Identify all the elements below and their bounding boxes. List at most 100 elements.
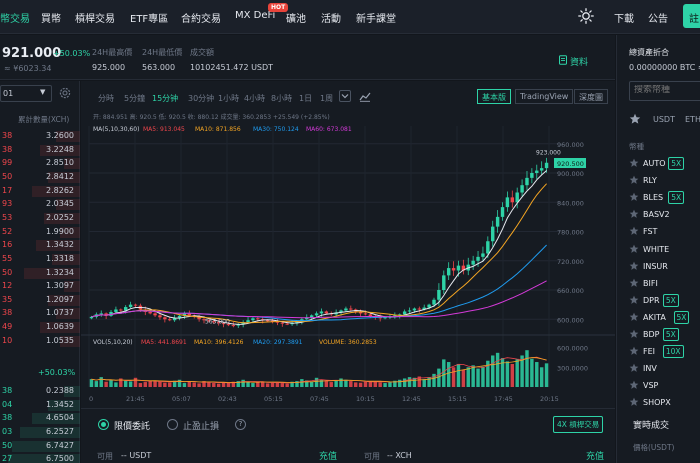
volume-bar [530, 358, 534, 387]
bid-row[interactable]: 50 6.7427 [0, 440, 80, 453]
ask-row[interactable]: 50 2.8412 [0, 171, 80, 184]
volume-bar [221, 382, 226, 387]
market-tab-usdt[interactable]: USDT [653, 115, 675, 124]
search-input[interactable] [634, 85, 700, 95]
ask-row[interactable]: 16 1.3432 [0, 239, 80, 252]
bid-row[interactable]: 38 4.6504 [0, 412, 80, 425]
ask-row[interactable]: 49 1.0639 [0, 321, 80, 334]
view-basic-button[interactable]: 基本版 [477, 89, 511, 104]
pair-item[interactable]: VSP [629, 378, 700, 395]
pair-item[interactable]: INV [629, 361, 700, 378]
pair-item[interactable]: SHOPX [629, 395, 700, 412]
star-icon[interactable] [629, 209, 639, 219]
timeframe-tab[interactable]: 30分钟 [188, 93, 214, 104]
star-icon[interactable] [629, 397, 639, 407]
star-icon[interactable] [629, 346, 639, 356]
pair-item[interactable]: FEI 10X [629, 344, 700, 361]
nav-etf[interactable]: ETF專區 [130, 10, 168, 25]
star-icon[interactable] [629, 175, 639, 185]
volume-bar [442, 359, 446, 387]
ask-row[interactable]: 35 1.2097 [0, 294, 80, 307]
star-icon[interactable] [629, 226, 639, 236]
margin-trade-tag[interactable]: 4X 槓桿交易 [553, 416, 604, 433]
volume-bar [256, 382, 260, 387]
nav-academy[interactable]: 新手課堂 [356, 10, 396, 25]
stop-order-radio[interactable] [167, 419, 178, 430]
nav-margin[interactable]: 槓桿交易 [75, 10, 115, 25]
pair-item[interactable]: AKITA 5X [629, 310, 700, 327]
gear-icon[interactable] [59, 87, 71, 99]
ask-row[interactable]: 93 2.0345 [0, 198, 80, 211]
nav-activity[interactable]: 活動 [321, 10, 341, 25]
pair-item[interactable]: FST [629, 224, 700, 241]
bid-row[interactable]: 04 1.3452 [0, 399, 80, 412]
pair-item[interactable]: WHITE [629, 242, 700, 259]
timeframe-tab[interactable]: 4小時 [244, 93, 265, 104]
pair-item[interactable]: BIFI [629, 276, 700, 293]
ask-row[interactable]: 17 2.8262 [0, 185, 80, 198]
pair-item[interactable]: BDP 5X [629, 327, 700, 344]
sell-deposit-link[interactable]: 充值 [586, 449, 604, 462]
nav-download[interactable]: 下載 [614, 10, 634, 25]
star-icon[interactable] [629, 380, 639, 390]
star-icon[interactable] [629, 244, 639, 254]
timeframe-tab[interactable]: 1小時 [218, 93, 239, 104]
timeframe-tab[interactable]: 5分鐘 [124, 93, 145, 104]
limit-order-radio[interactable] [98, 419, 109, 430]
help-icon[interactable]: ? [235, 419, 246, 430]
nav-buy-crypto[interactable]: 買幣 [41, 10, 61, 25]
bid-row[interactable]: 38 0.2388 [0, 385, 80, 398]
ask-row[interactable]: 55 1.3318 [0, 253, 80, 266]
pair-item[interactable]: RLY [629, 173, 700, 190]
star-icon[interactable] [629, 278, 639, 288]
bid-row[interactable]: 27 6.7500 [0, 453, 80, 463]
view-depth-button[interactable]: 深度圖 [574, 89, 608, 104]
star-icon[interactable] [629, 312, 639, 322]
info-link[interactable]: 資料 [570, 55, 588, 68]
ask-row[interactable]: 52 1.9900 [0, 226, 80, 239]
ask-row[interactable]: 53 2.0252 [0, 212, 80, 225]
star-icon[interactable] [629, 192, 639, 202]
buy-deposit-link[interactable]: 充值 [319, 449, 337, 462]
nav-announcement[interactable]: 公告 [648, 10, 668, 25]
nav-futures[interactable]: 合約交易 [181, 10, 221, 25]
timeframe-tab[interactable]: 分時 [98, 93, 114, 104]
ask-row[interactable]: 12 1.3097 [0, 280, 80, 293]
ask-row[interactable]: 99 2.8510 [0, 157, 80, 170]
bid-row[interactable]: 03 6.2527 [0, 426, 80, 439]
timeframe-tab[interactable]: 15分钟 [152, 93, 178, 104]
star-icon[interactable] [629, 295, 639, 305]
leverage-badge: 5X [673, 310, 690, 324]
ask-row[interactable]: 38 3.2600 [0, 130, 80, 143]
pair-item[interactable]: DPR 5X [629, 293, 700, 310]
candlestick-chart[interactable]: 960.000 900.000 840.000 780.000 720.000 660.0… [81, 109, 615, 408]
nav-pool[interactable]: 礦池 [286, 10, 306, 25]
ask-row[interactable]: 50 1.3234 [0, 267, 80, 280]
limit-order-label[interactable]: 限價委託 [114, 419, 150, 432]
pair-item[interactable]: AUTO 5X [629, 156, 700, 173]
theme-sun-icon[interactable] [578, 8, 594, 24]
ask-row[interactable]: 38 3.2248 [0, 144, 80, 157]
stop-order-label[interactable]: 止盈止損 [183, 419, 219, 432]
register-button[interactable]: 註 [683, 4, 700, 28]
pair-item[interactable]: BLES 5X [629, 190, 700, 207]
ask-row[interactable]: 10 1.0535 [0, 335, 80, 348]
view-tradingview-button[interactable]: TradingView [515, 89, 574, 104]
ask-row[interactable]: 38 1.0737 [0, 307, 80, 320]
star-icon[interactable] [629, 329, 639, 339]
volume-bar [143, 382, 147, 387]
nav-spot[interactable]: 幣交易 [0, 10, 30, 25]
indicator-chart-icon[interactable] [359, 91, 371, 102]
star-icon[interactable] [629, 113, 641, 125]
star-icon[interactable] [629, 363, 639, 373]
timeframe-tab[interactable]: 1周 [320, 93, 333, 104]
market-tab-eth[interactable]: ETH [685, 115, 700, 124]
timeframe-tab[interactable]: 8小時 [271, 93, 292, 104]
pair-item[interactable]: INSUR [629, 259, 700, 276]
star-icon[interactable] [629, 158, 639, 168]
star-icon[interactable] [629, 261, 639, 271]
timeframe-tab[interactable]: 1日 [299, 93, 312, 104]
pair-item[interactable]: BASV2 [629, 207, 700, 224]
pair-header: 幣種 [629, 142, 644, 151]
timeframe-dropdown[interactable] [339, 90, 351, 102]
